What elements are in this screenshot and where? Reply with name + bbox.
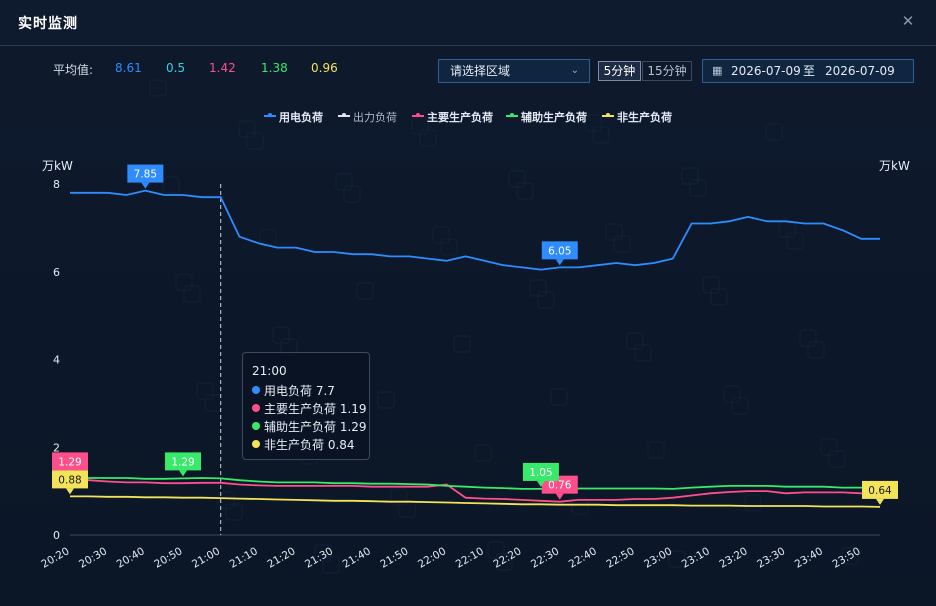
chart-tooltip: 21:00 用电负荷 7.7 主要生产负荷 1.19 辅助生产负荷 1.29 非… (242, 352, 370, 460)
x-tick-label: 21:30 (303, 545, 335, 571)
x-tick-label: 20:40 (115, 545, 147, 571)
y-tick-label: 2 (53, 441, 60, 454)
data-label-text: 1.05 (529, 467, 552, 479)
data-label-text: 6.05 (548, 245, 571, 257)
y-tick-label: 8 (53, 178, 60, 191)
monitor-panel: 实时监测 ✕ 平均值: 8.61 0.5 1.42 1.38 0.96 请选择区… (0, 0, 936, 606)
x-tick-label: 22:20 (491, 545, 523, 571)
x-tick-label: 21:20 (265, 545, 297, 571)
data-label-text: 0.64 (868, 485, 892, 497)
series-3-marker: 1.29 (165, 452, 202, 477)
x-tick-label: 22:00 (416, 545, 448, 571)
data-label-text: 1.29 (58, 456, 81, 468)
y-tick-label: 0 (53, 529, 60, 542)
y-tick-label: 6 (53, 266, 60, 279)
data-label-pointer (555, 259, 564, 266)
x-tick-label: 21:50 (378, 545, 410, 571)
x-tick-label: 23:20 (717, 545, 749, 571)
series-4-marker: 0.88 (52, 470, 88, 495)
line-chart: 0246820:20 20:30 20:40 20:50 21:00 21:10 21:20… (39, 164, 898, 571)
x-tick-label: 22:30 (529, 545, 561, 571)
y-tick-label: 4 (53, 354, 60, 367)
data-label-text: 0.76 (548, 480, 572, 492)
x-tick-label: 21:10 (228, 545, 260, 571)
series-line-0 (70, 189, 880, 271)
data-label-text: 0.88 (58, 474, 81, 486)
x-tick-label: 22:40 (567, 545, 599, 571)
x-tick-label: 23:00 (642, 545, 674, 571)
tooltip-time: 21:00 (252, 364, 287, 378)
x-tick-label: 20:20 (39, 545, 71, 571)
x-tick-label: 20:30 (77, 545, 109, 571)
x-tick-label: 23:40 (793, 545, 825, 571)
series-4-marker2: 0.64 (862, 480, 898, 505)
x-tick-label: 23:10 (680, 545, 712, 571)
x-tick-label: 21:00 (190, 545, 222, 571)
data-label-text: 1.29 (171, 456, 194, 468)
x-tick-label: 21:40 (341, 545, 373, 571)
data-label-pointer (66, 488, 74, 495)
data-label-text: 7.85 (134, 169, 157, 181)
x-tick-label: 22:50 (604, 545, 636, 571)
series-0-marker: 7.85 (127, 164, 164, 189)
x-tick-label: 23:50 (830, 545, 862, 571)
series-0-marker2: 6.05 (541, 241, 578, 266)
data-label-pointer (179, 470, 188, 477)
x-tick-label: 23:30 (755, 545, 787, 571)
data-label-pointer (876, 498, 884, 505)
data-label-pointer (141, 182, 150, 189)
x-tick-label: 22:10 (454, 545, 486, 571)
x-tick-label: 20:50 (152, 545, 184, 571)
data-label-pointer (555, 493, 564, 500)
